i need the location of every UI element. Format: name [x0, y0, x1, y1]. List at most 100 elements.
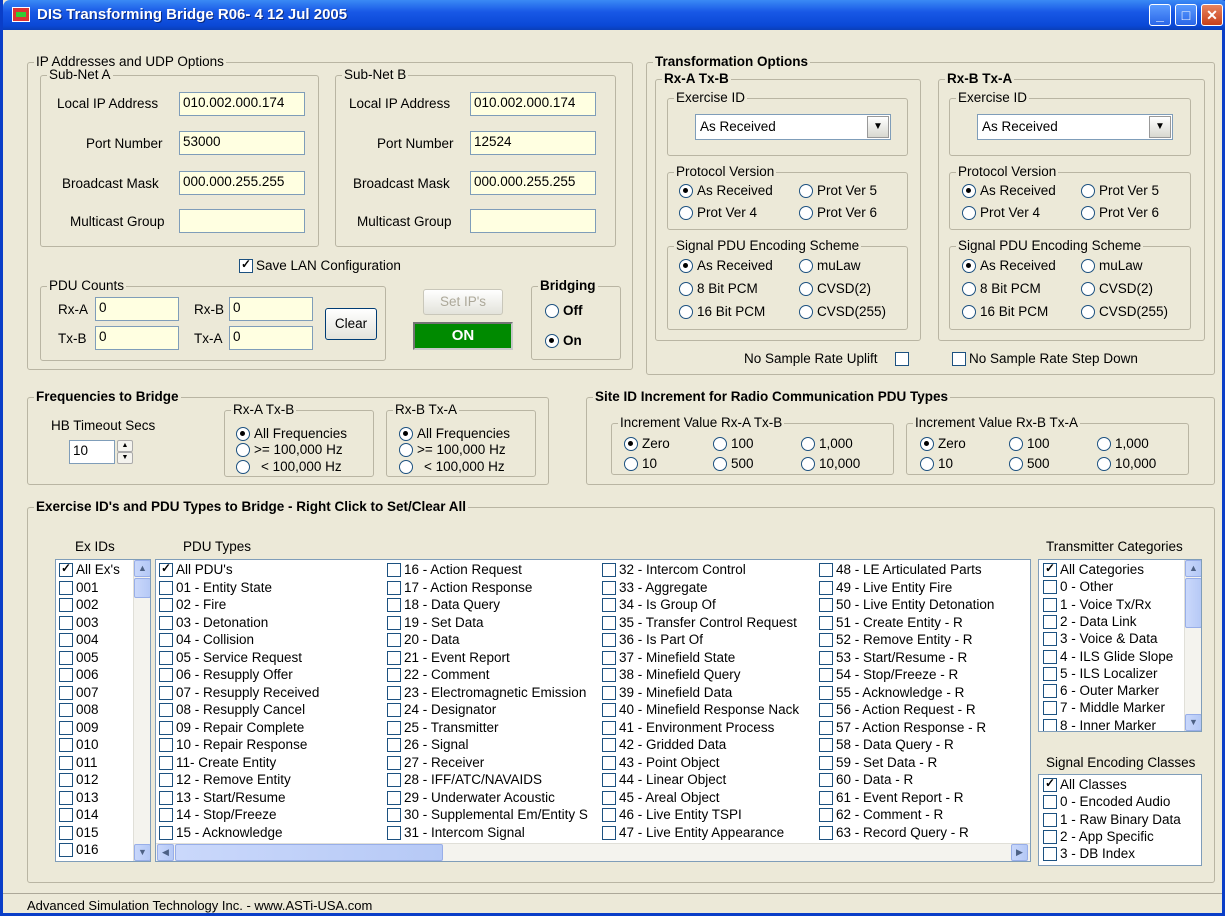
- exid-item[interactable]: 002: [59, 597, 99, 612]
- freq-a-ge-radio[interactable]: >= 100,000 Hz: [236, 442, 343, 457]
- pdu-type-item[interactable]: 24 - Designator: [387, 702, 496, 717]
- local-ip-b-field[interactable]: 010.002.000.174: [470, 92, 596, 116]
- rxb-count-field[interactable]: 0: [229, 297, 313, 321]
- mcast-b-field[interactable]: [470, 209, 596, 233]
- pdu-type-item[interactable]: 36 - Is Part Of: [602, 632, 703, 647]
- pdu-type-item[interactable]: 62 - Comment - R: [819, 807, 943, 822]
- pdu-type-item[interactable]: 56 - Action Request - R: [819, 702, 976, 717]
- pdu-type-item[interactable]: 10 - Repair Response: [159, 737, 307, 752]
- txb-count-field[interactable]: 0: [95, 326, 179, 350]
- bcast-a-field[interactable]: 000.000.255.255: [179, 171, 305, 195]
- pdu-type-item[interactable]: All PDU's: [159, 561, 233, 577]
- pdu-type-item[interactable]: 12 - Remove Entity: [159, 772, 291, 787]
- pdu-type-item[interactable]: 05 - Service Request: [159, 650, 302, 665]
- pdu-type-item[interactable]: 48 - LE Articulated Parts: [819, 562, 982, 577]
- exid-item[interactable]: 013: [59, 790, 99, 805]
- sig-cv255-right-radio[interactable]: CVSD(255): [1081, 304, 1168, 319]
- scroll-up-icon[interactable]: ▲: [134, 560, 150, 577]
- signal-class-item[interactable]: 2 - App Specific: [1043, 829, 1154, 844]
- spin-up-icon[interactable]: ▲: [117, 440, 133, 452]
- sig-mu-left-radio[interactable]: muLaw: [799, 258, 861, 273]
- scroll-down-icon[interactable]: ▼: [1185, 714, 1201, 731]
- freq-a-lt-radio[interactable]: < 100,000 Hz: [236, 459, 342, 474]
- scroll-right-icon[interactable]: ▶: [1011, 844, 1028, 861]
- clear-button[interactable]: Clear: [325, 308, 377, 340]
- signal-class-item[interactable]: 0 - Encoded Audio: [1043, 794, 1170, 810]
- pv4-left-radio[interactable]: Prot Ver 4: [679, 205, 757, 220]
- tx-categories-list[interactable]: 8 - Inner Marker 7 - Middle Marker 6 - Out…: [1038, 559, 1202, 732]
- sig-cv255-left-radio[interactable]: CVSD(255): [799, 304, 886, 319]
- pdu-type-item[interactable]: 57 - Action Response - R: [819, 720, 986, 735]
- tx-category-item[interactable]: 7 - Middle Marker: [1043, 700, 1165, 716]
- site-a-10000-radio[interactable]: 10,000: [801, 456, 860, 471]
- exids-list[interactable]: 017 016 015 014 013 012 011 010 009 008 007 006 005 0…: [55, 559, 151, 862]
- site-a-1000-radio[interactable]: 1,000: [801, 436, 853, 451]
- pv-as-left-radio[interactable]: As Received: [679, 183, 773, 198]
- pdu-type-item[interactable]: 33 - Aggregate: [602, 580, 708, 595]
- tx-category-item[interactable]: 8 - Inner Marker: [1043, 718, 1156, 731]
- pdu-type-item[interactable]: 60 - Data - R: [819, 772, 913, 787]
- tx-category-item[interactable]: All Categories: [1043, 561, 1144, 577]
- hb-timeout-field[interactable]: 10: [69, 440, 115, 464]
- pdu-type-item[interactable]: 53 - Start/Resume - R: [819, 650, 967, 665]
- pdu-type-item[interactable]: 01 - Entity State: [159, 580, 272, 595]
- site-b-1000-radio[interactable]: 1,000: [1097, 436, 1149, 451]
- exid-item[interactable]: 006: [59, 667, 99, 682]
- signal-class-item[interactable]: All Classes: [1043, 776, 1127, 792]
- pdu-type-item[interactable]: 14 - Stop/Freeze: [159, 807, 277, 822]
- title-bar[interactable]: DIS Transforming Bridge R06- 4 12 Jul 20…: [3, 0, 1225, 30]
- pdu-hscrollbar[interactable]: ◀ ▶: [156, 843, 1030, 861]
- pdu-type-item[interactable]: 47 - Live Entity Appearance: [602, 825, 784, 840]
- site-a-500-radio[interactable]: 500: [713, 456, 754, 471]
- exids-scrollbar[interactable]: ▲ ▼: [133, 560, 150, 861]
- tx-category-item[interactable]: 3 - Voice & Data: [1043, 631, 1158, 647]
- pdu-type-item[interactable]: 28 - IFF/ATC/NAVAIDS: [387, 772, 542, 787]
- site-a-zero-radio[interactable]: Zero: [624, 436, 670, 451]
- pv5-right-radio[interactable]: Prot Ver 5: [1081, 183, 1159, 198]
- pdu-type-item[interactable]: 63 - Record Query - R: [819, 825, 969, 840]
- pdu-type-item[interactable]: 51 - Create Entity - R: [819, 615, 963, 630]
- pdu-type-item[interactable]: 07 - Resupply Received: [159, 685, 319, 700]
- pv-as-right-radio[interactable]: As Received: [962, 183, 1056, 198]
- pdu-type-item[interactable]: 55 - Acknowledge - R: [819, 685, 964, 700]
- maximize-button[interactable]: □: [1175, 4, 1197, 26]
- exercise-right-select[interactable]: As Received ▼: [977, 114, 1173, 140]
- bridging-off-radio[interactable]: Off: [545, 303, 583, 318]
- save-lan-checkbox[interactable]: Save LAN Configuration: [239, 257, 401, 273]
- exid-item[interactable]: 015: [59, 825, 99, 840]
- minimize-button[interactable]: _: [1149, 4, 1171, 26]
- stepdown-checkbox[interactable]: No Sample Rate Step Down: [952, 351, 1138, 366]
- pdu-type-item[interactable]: 40 - Minefield Response Nack: [602, 702, 799, 717]
- freq-b-lt-radio[interactable]: < 100,000 Hz: [399, 459, 505, 474]
- on-button[interactable]: ON: [413, 322, 513, 350]
- sig-8-left-radio[interactable]: 8 Bit PCM: [679, 281, 758, 296]
- freq-b-all-radio[interactable]: All Frequencies: [399, 426, 510, 441]
- sig-8-right-radio[interactable]: 8 Bit PCM: [962, 281, 1041, 296]
- pdu-types-list[interactable]: 63 - Record Query - R 62 - Comment - R 61 …: [155, 559, 1031, 862]
- pdu-type-item[interactable]: 52 - Remove Entity - R: [819, 632, 973, 647]
- pdu-type-item[interactable]: 19 - Set Data: [387, 615, 484, 630]
- pdu-type-item[interactable]: 08 - Resupply Cancel: [159, 702, 305, 717]
- pdu-type-item[interactable]: 18 - Data Query: [387, 597, 500, 612]
- pdu-type-item[interactable]: 09 - Repair Complete: [159, 720, 304, 735]
- exid-item[interactable]: 008: [59, 702, 99, 717]
- scroll-up-icon[interactable]: ▲: [1185, 560, 1201, 577]
- set-ips-button[interactable]: Set IP's: [423, 289, 503, 315]
- port-a-field[interactable]: 53000: [179, 131, 305, 155]
- pdu-type-item[interactable]: 44 - Linear Object: [602, 772, 726, 787]
- chevron-down-icon[interactable]: ▼: [867, 116, 889, 138]
- pdu-type-item[interactable]: 31 - Intercom Signal: [387, 825, 525, 840]
- site-b-100-radio[interactable]: 100: [1009, 436, 1050, 451]
- tx-category-item[interactable]: 5 - ILS Localizer: [1043, 666, 1158, 681]
- site-a-100-radio[interactable]: 100: [713, 436, 754, 451]
- sig-as-right-radio[interactable]: As Received: [962, 258, 1056, 273]
- pdu-type-item[interactable]: 59 - Set Data - R: [819, 755, 937, 770]
- bridging-on-radio[interactable]: On: [545, 333, 582, 348]
- freq-b-ge-radio[interactable]: >= 100,000 Hz: [399, 442, 506, 457]
- pdu-type-item[interactable]: 41 - Environment Process: [602, 720, 774, 735]
- pdu-type-item[interactable]: 38 - Minefield Query: [602, 667, 741, 682]
- tx-category-item[interactable]: 0 - Other: [1043, 579, 1113, 595]
- exid-item[interactable]: 012: [59, 772, 99, 787]
- pdu-type-item[interactable]: 22 - Comment: [387, 667, 490, 682]
- site-a-10-radio[interactable]: 10: [624, 456, 657, 471]
